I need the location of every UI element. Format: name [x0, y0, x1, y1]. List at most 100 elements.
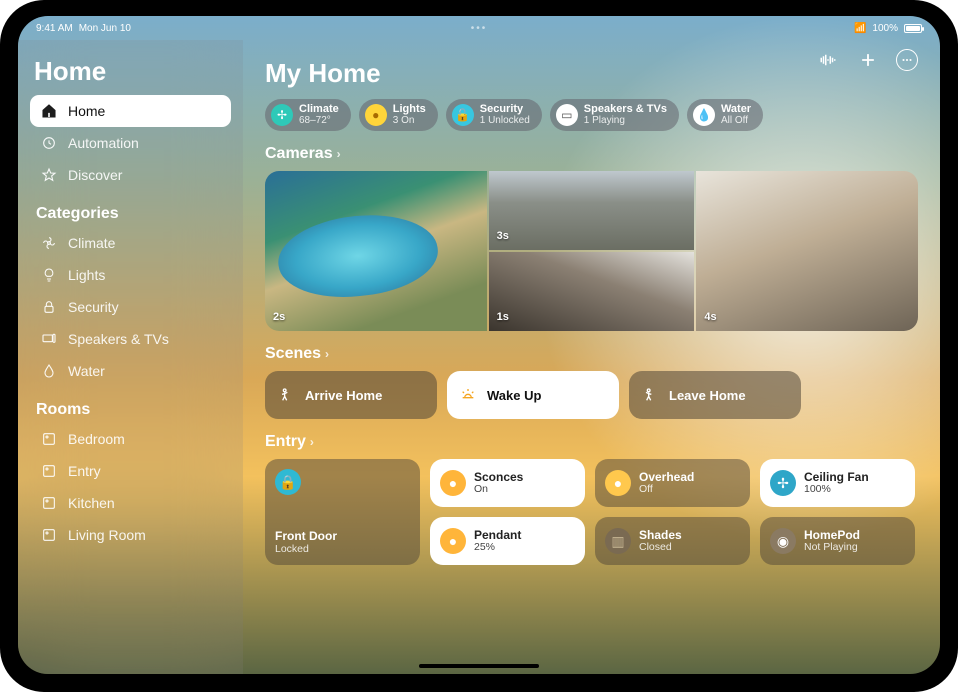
tile-sconces[interactable]: ● SconcesOn — [430, 459, 585, 507]
chevron-right-icon: › — [310, 435, 314, 449]
fan-icon: ✢ — [770, 470, 796, 496]
status-bar: 9:41 AM Mon Jun 10 ••• 100% — [18, 16, 940, 36]
sidebar-item-label: Discover — [68, 167, 122, 183]
status-date: Mon Jun 10 — [79, 23, 131, 34]
sidebar-item-label: Automation — [68, 135, 139, 151]
sidebar-item-entry[interactable]: Entry — [30, 455, 231, 487]
home-indicator[interactable] — [419, 664, 539, 668]
sidebar-item-bedroom[interactable]: Bedroom — [30, 423, 231, 455]
sidebar-item-label: Kitchen — [68, 495, 115, 511]
sidebar-item-water[interactable]: Water — [30, 355, 231, 387]
lock-icon: 🔓 — [452, 104, 474, 126]
tv-icon: ▭ — [556, 104, 578, 126]
drop-icon — [40, 362, 58, 380]
sidebar-item-label: Bedroom — [68, 431, 125, 447]
drop-icon: 💧 — [693, 104, 715, 126]
sidebar-item-label: Water — [68, 363, 105, 379]
sidebar-item-living-room[interactable]: Living Room — [30, 519, 231, 551]
sidebar-section-rooms: Rooms — [36, 401, 227, 419]
scenes-row: Arrive Home Wake Up Leave Home — [265, 371, 918, 419]
sidebar-item-discover[interactable]: Discover — [30, 159, 231, 191]
camera-tile[interactable]: 2s — [265, 171, 487, 331]
sidebar-item-label: Entry — [68, 463, 101, 479]
multitask-dots[interactable]: ••• — [471, 23, 488, 34]
tile-front-door[interactable]: 🔒 Front DoorLocked — [265, 459, 420, 565]
sidebar-item-label: Living Room — [68, 527, 146, 543]
camera-timestamp: 4s — [704, 311, 716, 323]
tile-shades[interactable]: ▥ ShadesClosed — [595, 517, 750, 565]
sidebar-item-label: Climate — [68, 235, 115, 251]
tile-pendant[interactable]: ● Pendant25% — [430, 517, 585, 565]
bulb-icon: ● — [605, 470, 631, 496]
sidebar-section-categories: Categories — [36, 205, 227, 223]
main-content: My Home ✢ Climate68–72° ● Lights3 On 🔓 S… — [243, 40, 940, 674]
wifi-icon — [854, 23, 866, 34]
sidebar-item-kitchen[interactable]: Kitchen — [30, 487, 231, 519]
chip-lights[interactable]: ● Lights3 On — [359, 99, 438, 131]
chevron-right-icon: › — [337, 147, 341, 161]
camera-timestamp: 1s — [497, 311, 509, 323]
tile-ceiling-fan[interactable]: ✢ Ceiling Fan100% — [760, 459, 915, 507]
tv-icon — [40, 330, 58, 348]
chip-speakers-tvs[interactable]: ▭ Speakers & TVs1 Playing — [550, 99, 679, 131]
room-icon — [40, 430, 58, 448]
cameras-header[interactable]: Cameras › — [265, 145, 918, 163]
camera-tile[interactable]: 4s — [696, 171, 918, 331]
sidebar-item-climate[interactable]: Climate — [30, 227, 231, 259]
chevron-right-icon: › — [325, 347, 329, 361]
camera-tile[interactable]: 3s — [489, 171, 695, 250]
bulb-icon — [40, 266, 58, 284]
clock-icon — [40, 134, 58, 152]
chip-water[interactable]: 💧 WaterAll Off — [687, 99, 763, 131]
intercom-button[interactable] — [816, 48, 840, 72]
camera-timestamp: 2s — [273, 311, 285, 323]
bulb-icon: ● — [365, 104, 387, 126]
sidebar-item-automation[interactable]: Automation — [30, 127, 231, 159]
entry-header[interactable]: Entry › — [265, 433, 918, 451]
room-icon — [40, 526, 58, 544]
sidebar-item-label: Lights — [68, 267, 105, 283]
shades-icon: ▥ — [605, 528, 631, 554]
fan-icon: ✢ — [271, 104, 293, 126]
star-icon — [40, 166, 58, 184]
sidebar-item-label: Security — [68, 299, 119, 315]
house-icon — [40, 102, 58, 120]
sidebar-item-home[interactable]: Home — [30, 95, 231, 127]
fan-icon — [40, 234, 58, 252]
chip-security[interactable]: 🔓 Security1 Unlocked — [446, 99, 542, 131]
sunrise-icon — [459, 386, 477, 404]
camera-timestamp: 3s — [497, 230, 509, 242]
cameras-grid: 2s 3s 1s 4s — [265, 171, 918, 331]
scene-leave-home[interactable]: Leave Home — [629, 371, 801, 419]
sidebar-item-speakers-tvs[interactable]: Speakers & TVs — [30, 323, 231, 355]
add-button[interactable] — [856, 48, 880, 72]
battery-percent: 100% — [872, 23, 898, 34]
scenes-header[interactable]: Scenes › — [265, 345, 918, 363]
sidebar-item-lights[interactable]: Lights — [30, 259, 231, 291]
bulb-icon: ● — [440, 470, 466, 496]
person-leave-icon — [641, 386, 659, 404]
battery-icon — [904, 24, 922, 33]
scene-arrive-home[interactable]: Arrive Home — [265, 371, 437, 419]
sidebar-item-security[interactable]: Security — [30, 291, 231, 323]
sidebar-item-label: Speakers & TVs — [68, 331, 169, 347]
lock-icon — [40, 298, 58, 316]
camera-tile[interactable]: 1s — [489, 252, 695, 331]
more-button[interactable] — [896, 49, 918, 71]
sidebar-item-label: Home — [68, 103, 105, 119]
tile-overhead[interactable]: ● OverheadOff — [595, 459, 750, 507]
scene-wake-up[interactable]: Wake Up — [447, 371, 619, 419]
homepod-icon: ◉ — [770, 528, 796, 554]
room-icon — [40, 462, 58, 480]
lock-icon: 🔒 — [275, 469, 301, 495]
sidebar: Home Home Automation Discover Categories… — [18, 40, 243, 674]
person-arrive-icon — [277, 386, 295, 404]
entry-grid: 🔒 Front DoorLocked ● SconcesOn ● Overhea… — [265, 459, 918, 565]
chip-climate[interactable]: ✢ Climate68–72° — [265, 99, 351, 131]
status-time: 9:41 AM — [36, 23, 73, 34]
sidebar-title: Home — [34, 56, 227, 87]
room-icon — [40, 494, 58, 512]
tile-homepod[interactable]: ◉ HomePodNot Playing — [760, 517, 915, 565]
bulb-icon: ● — [440, 528, 466, 554]
status-chips: ✢ Climate68–72° ● Lights3 On 🔓 Security1… — [265, 99, 918, 131]
